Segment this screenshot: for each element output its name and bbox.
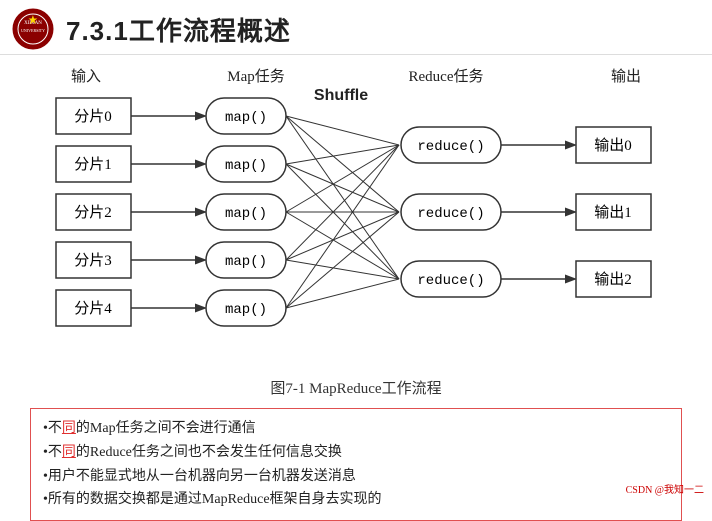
- header: XIDIAN UNIVERSITY 7.3.1工作流程概述: [0, 0, 712, 55]
- svg-text:分片3: 分片3: [74, 252, 112, 269]
- column-labels: 输入 Map任务 Reduce任务 输出: [46, 65, 666, 86]
- svg-text:分片0: 分片0: [74, 108, 112, 125]
- svg-text:分片2: 分片2: [74, 204, 112, 221]
- bullet-3: •用户不能显式地从一台机器向另一台机器发送消息: [43, 465, 669, 489]
- bullets-box: •不同的Map任务之间不会进行通信 •不同的Reduce任务之间也不会发生任何信…: [30, 408, 682, 521]
- svg-text:map(): map(): [225, 110, 267, 126]
- svg-text:分片1: 分片1: [74, 156, 112, 173]
- svg-text:输出0: 输出0: [594, 137, 632, 154]
- highlight-1: 同: [62, 421, 76, 436]
- bullet-2: •不同的Reduce任务之间也不会发生任何信息交换: [43, 441, 669, 465]
- logo-icon: XIDIAN UNIVERSITY: [12, 8, 54, 50]
- svg-text:map(): map(): [225, 206, 267, 222]
- highlight-2: 同: [62, 445, 76, 460]
- bullet-1: •不同的Map任务之间不会进行通信: [43, 417, 669, 441]
- diagram-container: 输入 Map任务 Reduce任务 输出 分片0: [30, 65, 682, 371]
- svg-text:map(): map(): [225, 302, 267, 318]
- diagram-caption: 图7-1 MapReduce工作流程: [30, 377, 682, 398]
- bullet-4-text: •所有的数据交换都是通过MapReduce框架自身去实现的: [43, 488, 382, 512]
- page: XIDIAN UNIVERSITY 7.3.1工作流程概述 输入 Map任务 R…: [0, 0, 712, 500]
- svg-text:map(): map(): [225, 254, 267, 270]
- svg-text:reduce(): reduce(): [417, 139, 484, 155]
- bullet-4: •所有的数据交换都是通过MapReduce框架自身去实现的: [43, 488, 669, 512]
- bullet-2-text: •不同的Reduce任务之间也不会发生任何信息交换: [43, 441, 342, 465]
- svg-text:reduce(): reduce(): [417, 206, 484, 222]
- svg-text:Shuffle: Shuffle: [314, 88, 368, 104]
- svg-text:UNIVERSITY: UNIVERSITY: [21, 28, 45, 33]
- bullet-1-text: •不同的Map任务之间不会进行通信: [43, 417, 256, 441]
- bullet-3-text: •用户不能显式地从一台机器向另一台机器发送消息: [43, 465, 356, 489]
- col-label-reduce: Reduce任务: [386, 65, 506, 86]
- col-label-map: Map任务: [206, 65, 306, 86]
- diagram-wrapper: 输入 Map任务 Reduce任务 输出 分片0: [46, 65, 666, 371]
- svg-text:分片4: 分片4: [74, 300, 112, 317]
- page-title: 7.3.1工作流程概述: [66, 11, 291, 48]
- svg-text:reduce(): reduce(): [417, 273, 484, 289]
- mapreduce-diagram: 分片0 分片1 分片2 分片3 分片4: [46, 88, 666, 366]
- col-label-input: 输入: [46, 65, 126, 86]
- main-content: 输入 Map任务 Reduce任务 输出 分片0: [0, 55, 712, 521]
- svg-text:输出2: 输出2: [594, 271, 632, 288]
- col-label-output: 输出: [586, 65, 666, 86]
- svg-text:map(): map(): [225, 158, 267, 174]
- watermark: CSDN @我知一二: [626, 481, 704, 496]
- svg-text:输出1: 输出1: [594, 204, 632, 221]
